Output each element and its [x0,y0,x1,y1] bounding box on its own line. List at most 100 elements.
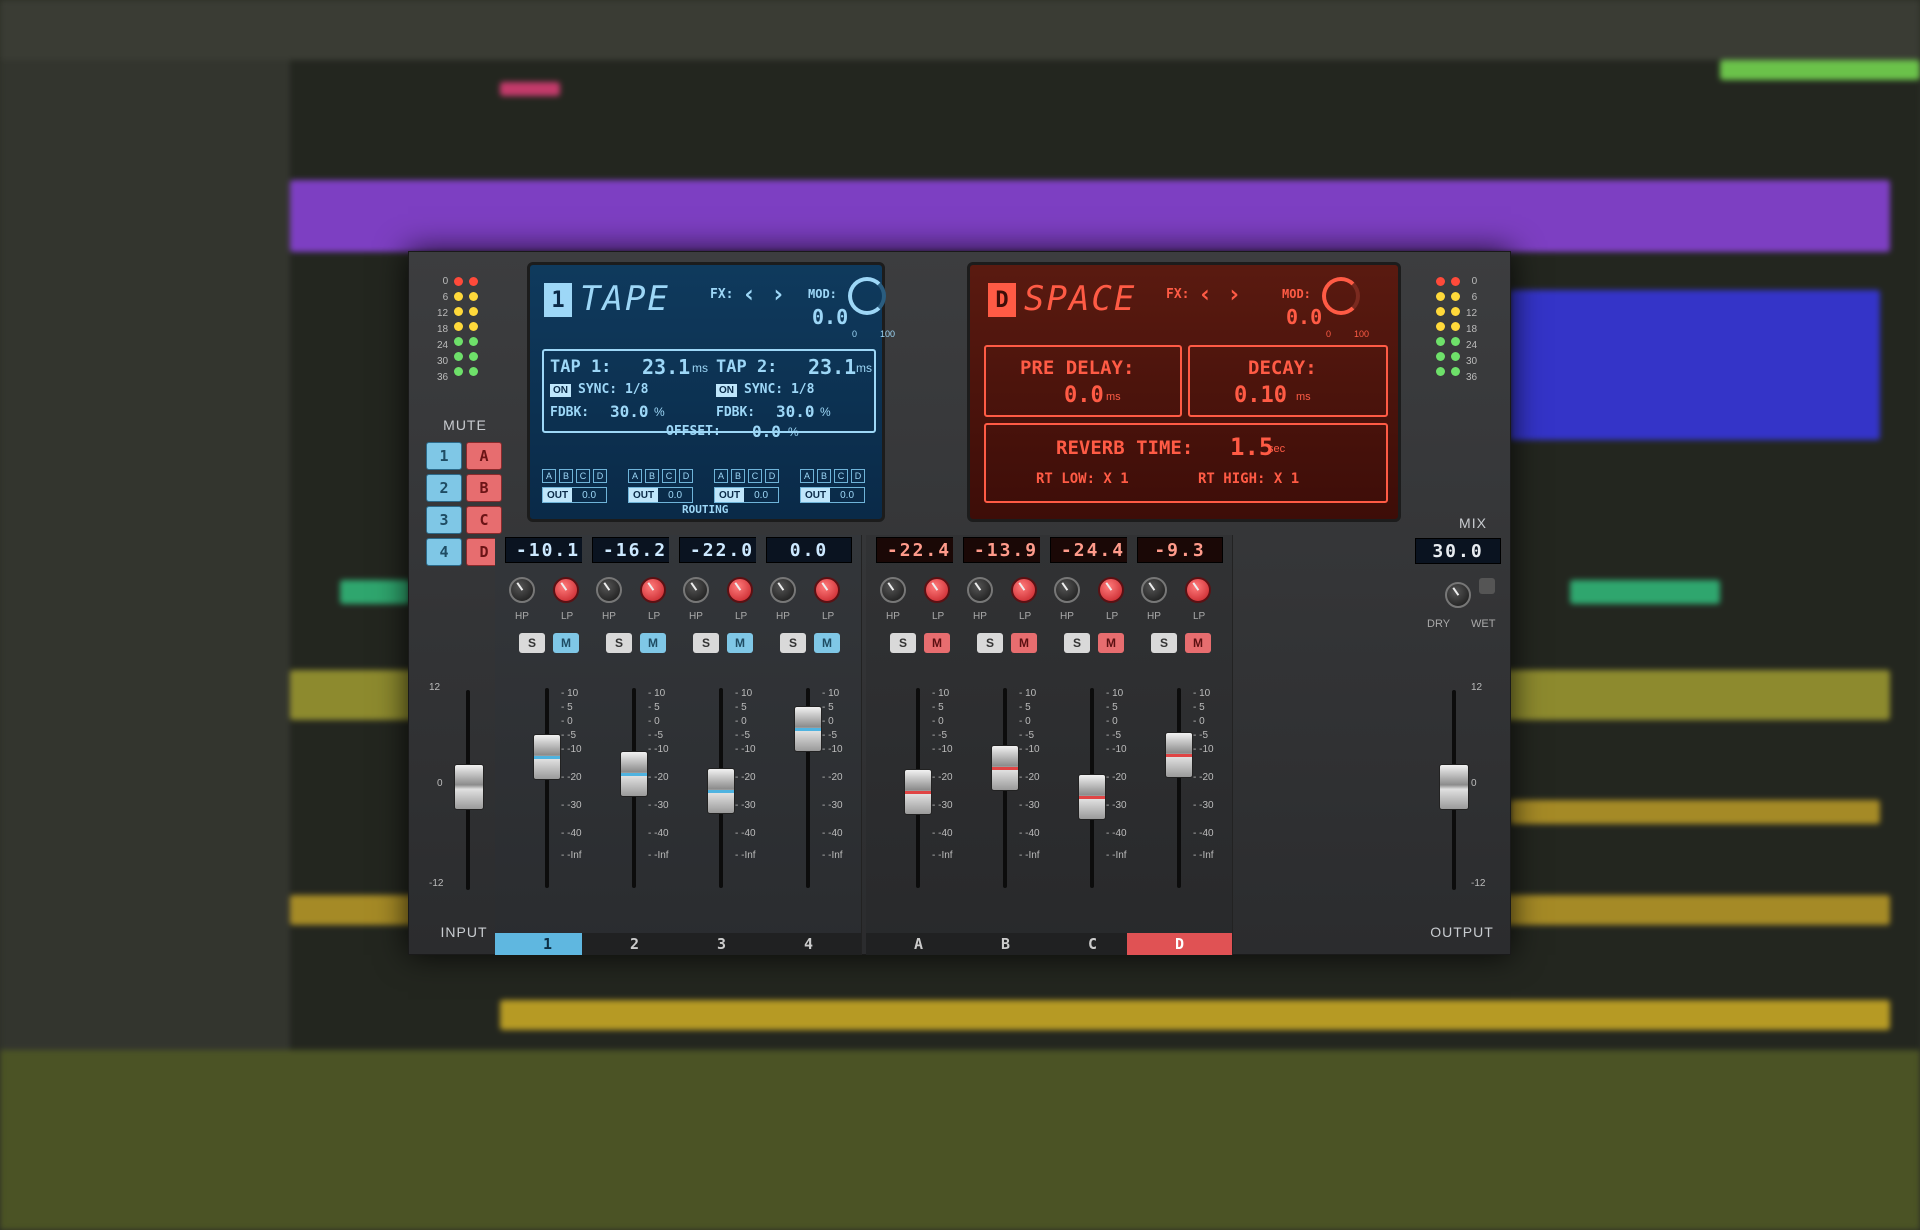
input-fader[interactable] [454,764,484,810]
hp-knob[interactable] [1054,577,1080,603]
routing-out[interactable]: OUT 0.0 [800,487,866,503]
lp-knob[interactable] [1098,577,1124,603]
solo-button[interactable]: S [1064,633,1090,653]
channel-fader[interactable] [707,767,735,814]
channel-tab-4[interactable]: 4 [756,933,861,955]
mute-button[interactable]: M [924,633,950,653]
tap1-fdbk-value[interactable]: 30.0 [610,402,649,421]
routing-button[interactable]: B [731,469,745,483]
lp-knob[interactable] [814,577,840,603]
routing-button[interactable]: C [576,469,590,483]
mute-button[interactable]: M [814,633,840,653]
routing-out[interactable]: OUT 0.0 [628,487,694,503]
pre-delay-label: PRE DELAY: [1020,357,1135,379]
routing-button[interactable]: B [645,469,659,483]
mute-button-c[interactable]: C [466,506,502,534]
lp-knob[interactable] [1011,577,1037,603]
mute-button[interactable]: M [640,633,666,653]
tap2-on-toggle[interactable]: ON [716,384,737,397]
meter-scale-label: 6 [1471,292,1478,303]
solo-button[interactable]: S [1151,633,1177,653]
lp-knob[interactable] [924,577,950,603]
decay-value[interactable]: 0.10 [1234,383,1287,408]
mute-button-1[interactable]: 1 [426,442,462,470]
routing-button[interactable]: A [800,469,814,483]
tape-mod-knob[interactable] [848,277,886,315]
mix-knob[interactable] [1445,582,1471,608]
routing-group: ABCD [542,469,607,483]
hp-knob[interactable] [683,577,709,603]
mute-button[interactable]: M [1185,633,1211,653]
lp-knob[interactable] [727,577,753,603]
mute-button-a[interactable]: A [466,442,502,470]
mute-button[interactable]: M [1011,633,1037,653]
hp-label: HP [515,611,529,622]
tap1-on-toggle[interactable]: ON [550,384,571,397]
routing-button[interactable]: B [559,469,573,483]
routing-button[interactable]: D [765,469,779,483]
hp-knob[interactable] [509,577,535,603]
channel-fader[interactable] [1078,774,1106,821]
hp-knob[interactable] [967,577,993,603]
tape-fx-arrows[interactable]: ‹ › [742,280,785,308]
channel-tab-d[interactable]: D [1127,933,1232,955]
solo-button[interactable]: S [780,633,806,653]
space-fx-arrows[interactable]: ‹ › [1198,280,1241,308]
routing-button[interactable]: C [834,469,848,483]
channel-fader[interactable] [794,706,822,752]
routing-out[interactable]: OUT 0.0 [714,487,780,503]
routing-button[interactable]: A [714,469,728,483]
channel-fader[interactable] [1165,732,1193,779]
tap2-sync[interactable]: SYNC: 1/8 [744,382,814,397]
routing-button[interactable]: A [628,469,642,483]
tap2-value[interactable]: 23.1 [808,355,856,379]
solo-button[interactable]: S [519,633,545,653]
mute-button[interactable]: M [1098,633,1124,653]
pre-delay-value[interactable]: 0.0 [1064,383,1104,408]
reverb-time-value[interactable]: 1.5 [1230,433,1273,461]
routing-button[interactable]: D [851,469,865,483]
output-fader[interactable] [1439,764,1469,810]
offset-value[interactable]: 0.0 [752,422,781,441]
mute-button-2[interactable]: 2 [426,474,462,502]
tap1-unit: ms [692,361,708,375]
mute-button[interactable]: M [727,633,753,653]
mute-button[interactable]: M [553,633,579,653]
mute-button-b[interactable]: B [466,474,502,502]
hp-knob[interactable] [1141,577,1167,603]
mute-button-4[interactable]: 4 [426,538,462,566]
solo-button[interactable]: S [606,633,632,653]
lp-knob[interactable] [1185,577,1211,603]
lp-knob[interactable] [640,577,666,603]
hp-knob[interactable] [880,577,906,603]
rt-high[interactable]: RT HIGH: X 1 [1198,471,1299,487]
tap2-fdbk-value[interactable]: 30.0 [776,402,815,421]
channel-fader[interactable] [620,751,648,798]
fader-scale-label: - -20 [1019,772,1040,783]
channel-fader[interactable] [991,744,1019,791]
lock-icon[interactable] [1479,578,1495,594]
routing-button[interactable]: D [679,469,693,483]
solo-button[interactable]: S [693,633,719,653]
space-mod-knob[interactable] [1322,277,1360,315]
routing-button[interactable]: B [817,469,831,483]
solo-button[interactable]: S [890,633,916,653]
tap1-sync[interactable]: SYNC: 1/8 [578,382,648,397]
channel-fader[interactable] [904,768,932,815]
hp-knob[interactable] [770,577,796,603]
mute-button-3[interactable]: 3 [426,506,462,534]
tap1-value[interactable]: 23.1 [642,355,690,379]
routing-button[interactable]: A [542,469,556,483]
solo-button[interactable]: S [977,633,1003,653]
routing-button[interactable]: C [662,469,676,483]
routing-label[interactable]: ROUTING [682,503,728,516]
rt-low[interactable]: RT LOW: X 1 [1036,471,1129,487]
tape-screen: 1 TAPE FX: ‹ › MOD: 0.0 0 100 TAP 1: 23.… [527,262,895,522]
lp-knob[interactable] [553,577,579,603]
channel-fader[interactable] [533,734,561,781]
routing-out[interactable]: OUT 0.0 [542,487,608,503]
meter-scale-label: 36 [437,372,449,383]
routing-button[interactable]: D [593,469,607,483]
hp-knob[interactable] [596,577,622,603]
routing-button[interactable]: C [748,469,762,483]
